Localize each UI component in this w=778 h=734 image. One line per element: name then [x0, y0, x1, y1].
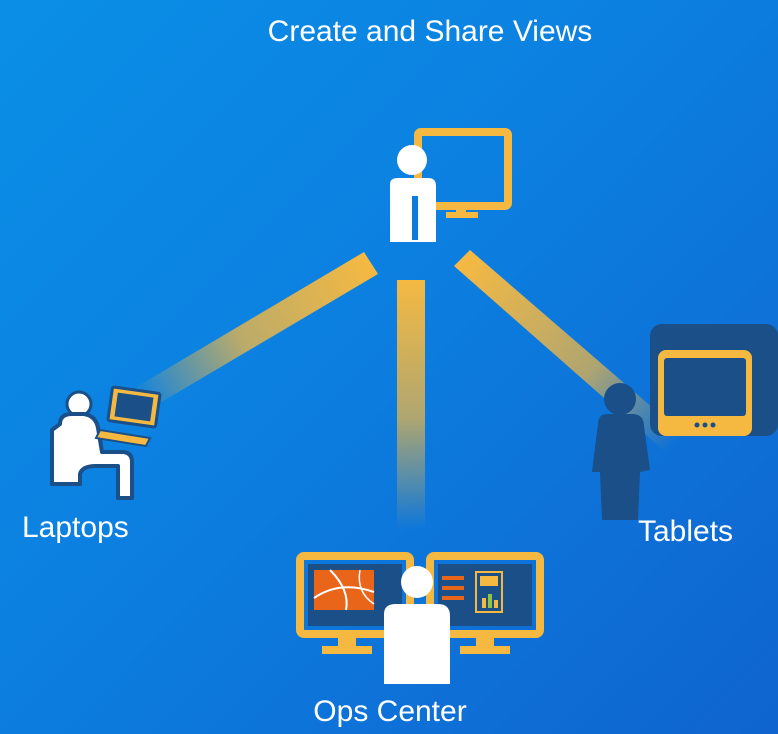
person-laptop-icon [50, 385, 162, 500]
diagram-canvas [50, 128, 778, 684]
presenter-monitor-icon [390, 128, 512, 242]
person-tablet-icon [592, 324, 778, 520]
connector-to-laptops [128, 252, 378, 410]
connector-to-ops-center [397, 280, 425, 530]
ops-center-monitors-icon [296, 552, 544, 684]
